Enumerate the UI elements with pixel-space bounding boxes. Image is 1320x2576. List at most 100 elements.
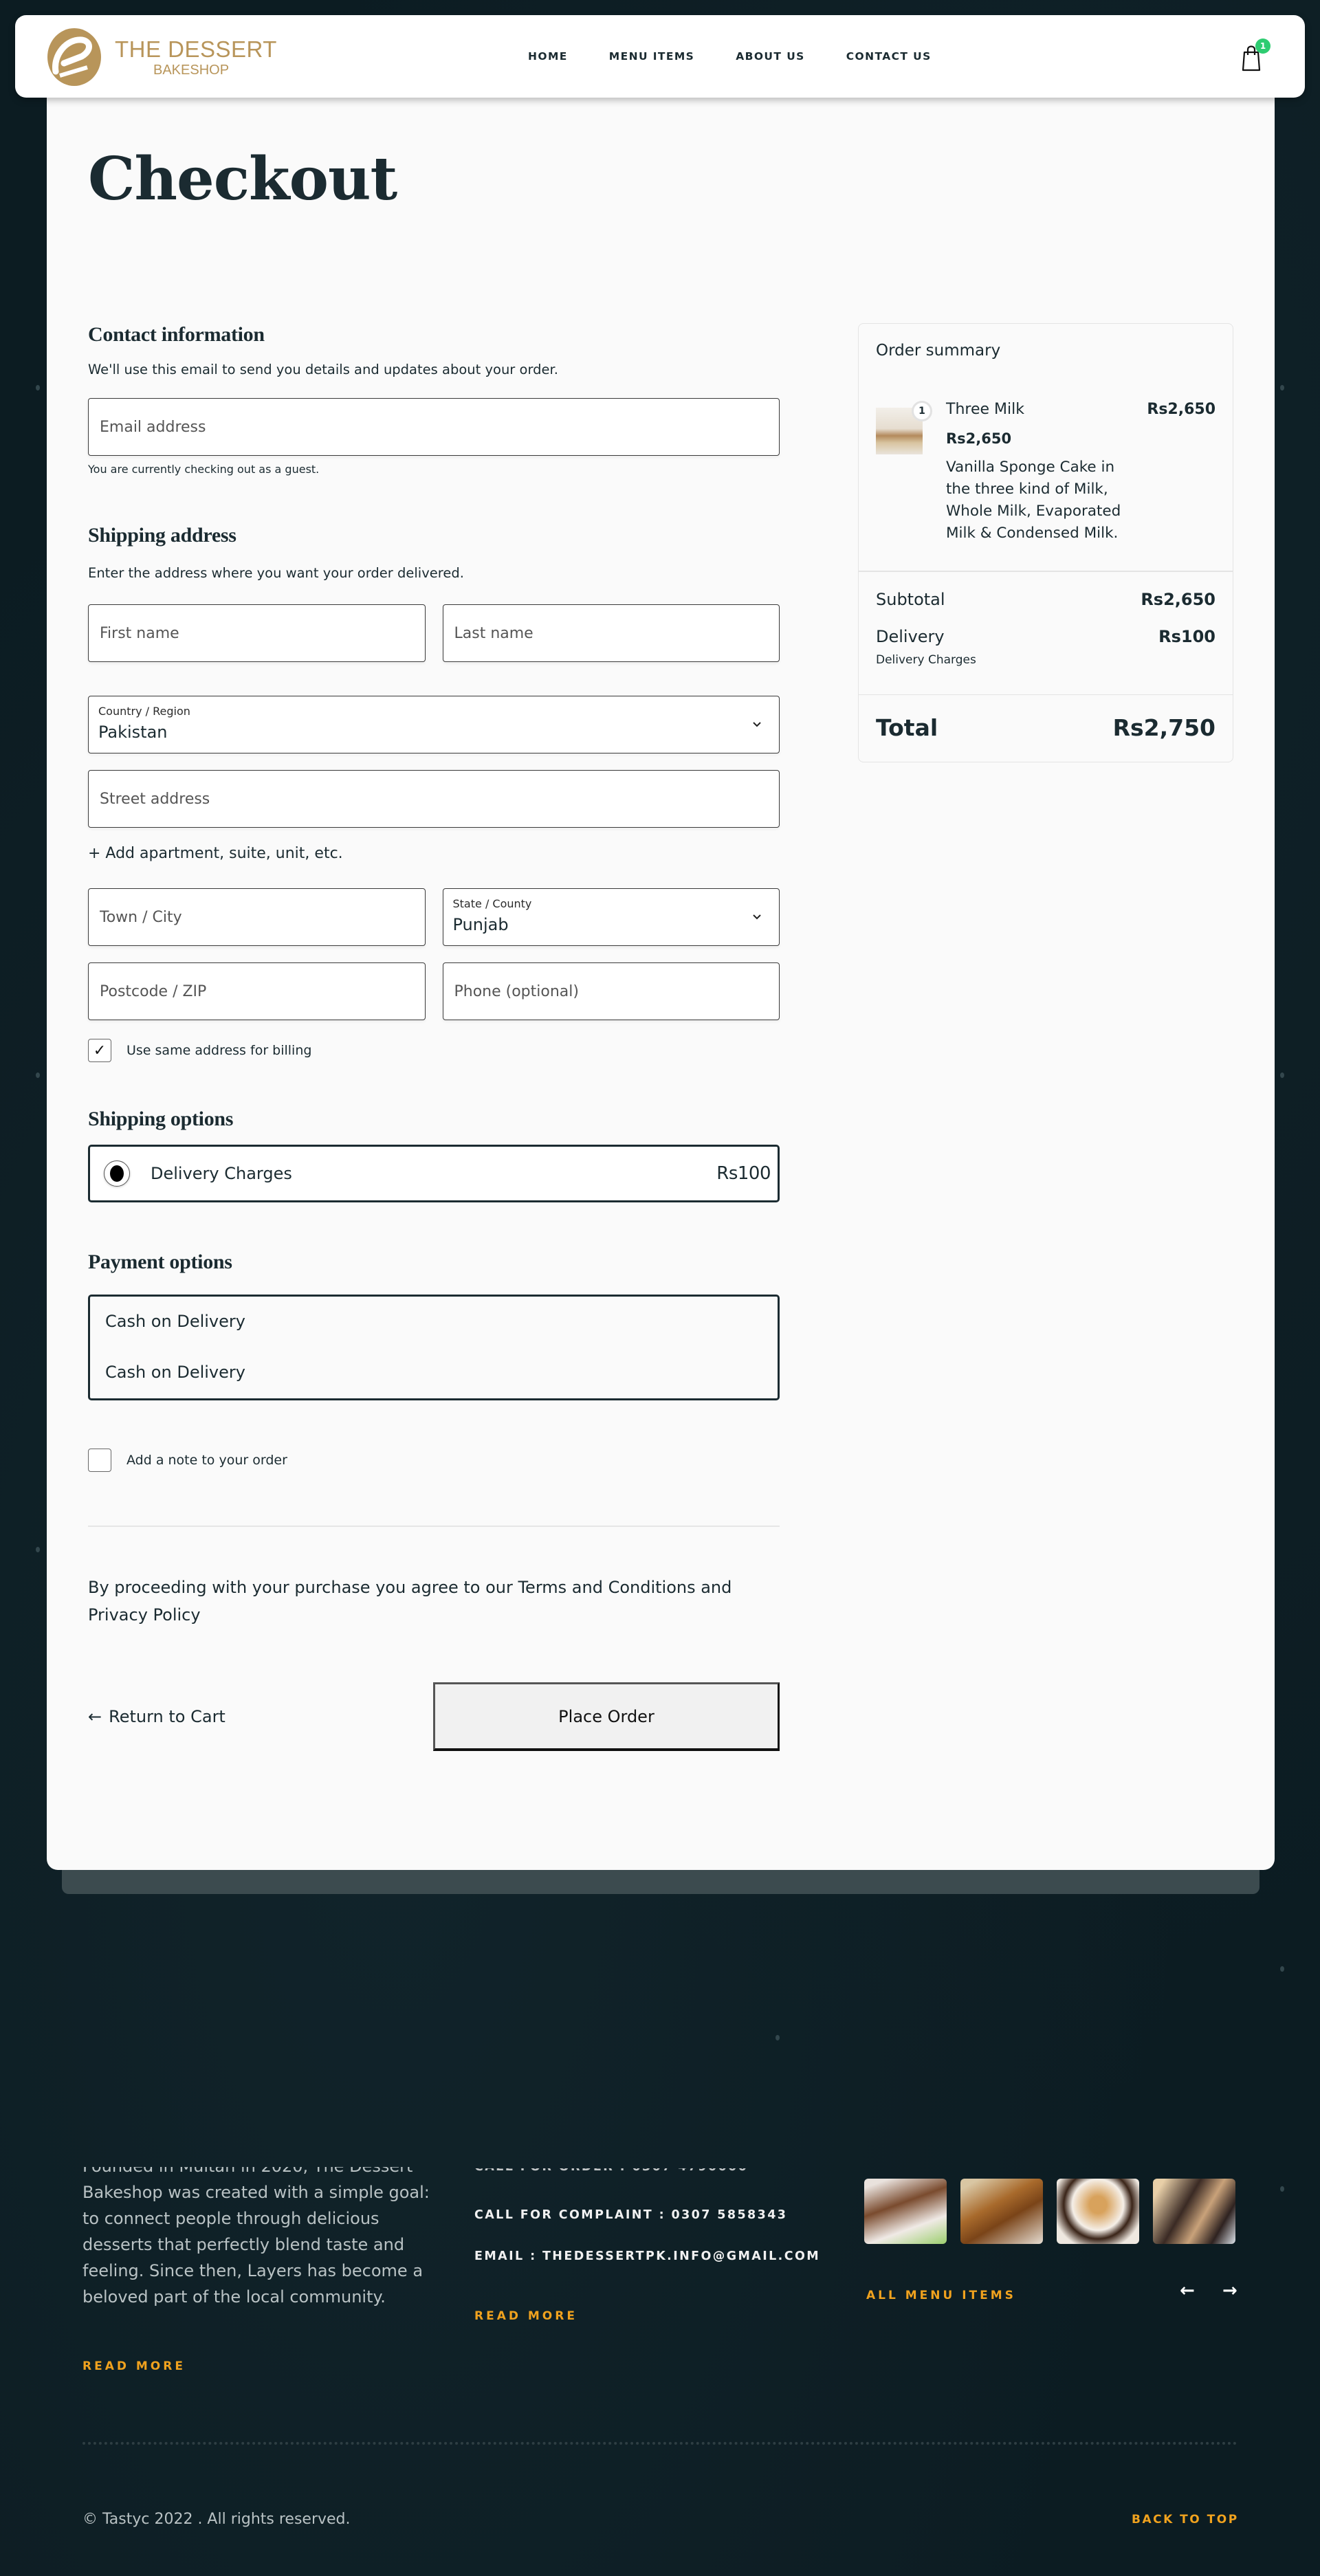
shipping-option-price: Rs100 xyxy=(716,1163,771,1184)
phone-field xyxy=(442,962,780,1020)
postcode-field xyxy=(88,962,426,1020)
shipping-address-description: Enter the address where you want your or… xyxy=(88,565,464,581)
country-label: Country / Region xyxy=(98,705,190,718)
postcode-phone-row xyxy=(88,962,780,1020)
contact-title: Contact information xyxy=(88,323,265,346)
delivery-note: Delivery Charges xyxy=(876,652,976,667)
nav-contact-us[interactable]: CONTACT US xyxy=(846,50,932,63)
return-to-cart-link[interactable]: ← Return to Cart xyxy=(88,1707,226,1726)
quantity-badge: 1 xyxy=(912,401,932,421)
checkout-panel: Checkout Contact information We'll use t… xyxy=(47,96,1275,1870)
state-value: Punjab xyxy=(452,915,509,934)
all-menu-items-link[interactable]: ALL MENU ITEMS xyxy=(866,2289,1016,2302)
footer-about-text: Founded in Multan in 2020, The Dessert B… xyxy=(82,2167,430,2307)
subtotal-value: Rs2,650 xyxy=(1141,589,1216,609)
logo-subtitle: BAKESHOP xyxy=(153,62,230,78)
street-address-field xyxy=(88,770,780,828)
first-name-input[interactable] xyxy=(89,605,425,661)
brand-logo[interactable]: THE DESSERT BAKESHOP xyxy=(46,27,277,87)
state-select[interactable]: State / County Punjab xyxy=(442,888,780,946)
shipping-options-title: Shipping options xyxy=(88,1108,234,1130)
shipping-address-title: Shipping address xyxy=(88,524,236,547)
site-header: THE DESSERT BAKESHOP HOME MENU ITEMS ABO… xyxy=(15,15,1305,98)
payment-method-description: Cash on Delivery xyxy=(105,1363,245,1382)
arrow-left-icon: ← xyxy=(88,1707,102,1726)
country-select[interactable]: Country / Region Pakistan xyxy=(88,696,780,753)
gallery-next-arrow-icon[interactable]: → xyxy=(1222,2280,1238,2301)
name-row xyxy=(88,604,780,662)
footer-gallery xyxy=(864,2179,1235,2244)
radio-selected-dot xyxy=(110,1165,124,1182)
payment-options-title: Payment options xyxy=(88,1251,232,1273)
delivery-value: Rs100 xyxy=(1158,626,1216,646)
shipping-radio[interactable] xyxy=(104,1160,130,1187)
email-input[interactable] xyxy=(89,399,779,455)
shipping-option-delivery[interactable]: Delivery Charges Rs100 xyxy=(88,1145,780,1202)
total-label: Total xyxy=(876,714,938,741)
country-value: Pakistan xyxy=(98,723,168,742)
gallery-image[interactable] xyxy=(1153,2179,1235,2244)
last-name-input[interactable] xyxy=(443,605,779,661)
order-note-label: Add a note to your order xyxy=(126,1453,287,1468)
guest-note: You are currently checking out as a gues… xyxy=(88,463,320,476)
first-name-field xyxy=(88,604,426,662)
page-title: Checkout xyxy=(88,144,397,214)
order-summary: Order summary 1 Three Milk Rs2,650 Vanil… xyxy=(858,323,1233,762)
back-to-top-link[interactable]: BACK TO TOP xyxy=(1132,2513,1239,2527)
same-billing-label: Use same address for billing xyxy=(126,1043,312,1058)
item-line-total: Rs2,650 xyxy=(1147,401,1216,418)
state-label: State / County xyxy=(452,897,532,910)
street-address-input[interactable] xyxy=(89,771,779,827)
last-name-field xyxy=(442,604,780,662)
cart-button[interactable]: 1 xyxy=(1239,38,1270,71)
total-value: Rs2,750 xyxy=(1112,714,1216,741)
city-state-row: State / County Punjab xyxy=(88,888,780,946)
add-apartment-link[interactable]: + Add apartment, suite, unit, etc. xyxy=(88,845,780,862)
shipping-option-label: Delivery Charges xyxy=(151,1164,292,1183)
payment-method-cod[interactable]: Cash on Delivery Cash on Delivery xyxy=(88,1295,780,1400)
gallery-prev-arrow-icon[interactable]: ← xyxy=(1180,2280,1195,2301)
footer-about-read-more[interactable]: READ MORE xyxy=(82,2359,186,2373)
footer-email-line[interactable]: EMAIL : THEDESSERTPK.INFO@GMAIL.COM xyxy=(474,2249,820,2263)
gallery-image[interactable] xyxy=(1057,2179,1139,2244)
shipping-address-section: Shipping address Enter the address where… xyxy=(88,524,780,1062)
cart-count-badge: 1 xyxy=(1255,38,1270,54)
product-thumbnail: 1 xyxy=(876,401,932,454)
place-order-button[interactable]: Place Order xyxy=(433,1682,780,1751)
footer-order-line: CALL FOR ORDER : 0307 4790000 xyxy=(474,2168,748,2174)
contact-description: We'll use this email to send you details… xyxy=(88,362,558,377)
footer-divider xyxy=(82,2442,1238,2445)
item-description: Vanilla Sponge Cake in the three kind of… xyxy=(946,459,1121,542)
city-input[interactable] xyxy=(89,889,425,945)
section-divider xyxy=(88,1526,780,1527)
gallery-image[interactable] xyxy=(864,2179,947,2244)
nav-menu-items[interactable]: MENU ITEMS xyxy=(609,50,694,63)
total-row: Total Rs2,750 xyxy=(859,695,1233,762)
email-field xyxy=(88,398,780,456)
footer-contact-read-more[interactable]: READ MORE xyxy=(474,2309,578,2323)
payment-options-section: Payment options Cash on Delivery Cash on… xyxy=(88,1251,780,1400)
same-billing-row: ✓ Use same address for billing xyxy=(88,1039,780,1062)
gallery-image[interactable] xyxy=(960,2179,1043,2244)
delivery-label: Delivery xyxy=(876,626,945,646)
summary-totals: Subtotal Rs2,650 Delivery Rs100 Delivery… xyxy=(859,572,1233,694)
footer-complaint-line: CALL FOR COMPLAINT : 0307 5858343 xyxy=(474,2208,788,2222)
payment-method-label: Cash on Delivery xyxy=(105,1312,245,1331)
terms-text: By proceeding with your purchase you agr… xyxy=(88,1578,732,1625)
order-note-checkbox[interactable] xyxy=(88,1449,111,1472)
checkmark-icon: ✓ xyxy=(93,1042,107,1059)
main-nav: HOME MENU ITEMS ABOUT US CONTACT US xyxy=(528,15,973,98)
nav-home[interactable]: HOME xyxy=(528,50,568,63)
phone-input[interactable] xyxy=(443,963,779,1020)
checkout-actions: ← Return to Cart Place Order xyxy=(88,1682,780,1751)
footer-about: Founded in Multan in 2020, The Dessert B… xyxy=(82,2167,433,2325)
item-name: Three Milk xyxy=(946,401,1024,418)
nav-about-us[interactable]: ABOUT US xyxy=(736,50,805,63)
postcode-input[interactable] xyxy=(89,963,425,1020)
logo-e-icon xyxy=(47,28,101,86)
logo-title: THE DESSERT xyxy=(115,36,277,62)
delivery-row: Delivery Rs100 xyxy=(876,627,1216,646)
same-billing-checkbox[interactable]: ✓ xyxy=(88,1039,111,1062)
chevron-down-icon xyxy=(753,722,761,727)
checkout-form: Contact information We'll use this email… xyxy=(88,323,780,1751)
